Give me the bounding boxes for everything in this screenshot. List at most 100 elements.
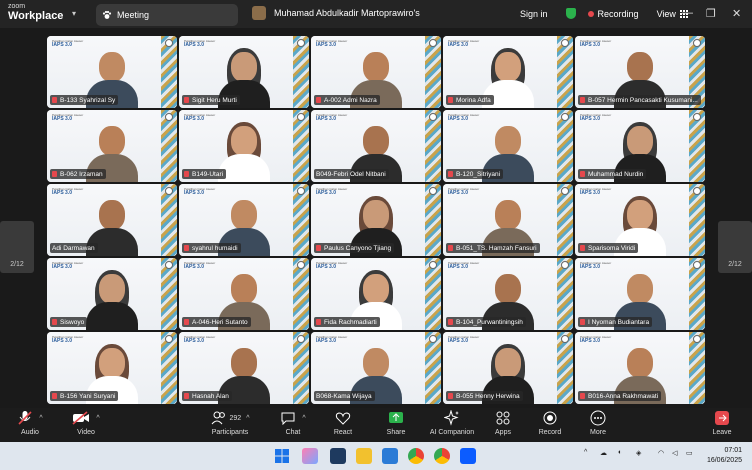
pin-icon[interactable] — [693, 335, 701, 343]
pin-icon[interactable] — [429, 187, 437, 195]
participant-tile[interactable]: Pelatihan Calon Asesor IAPS 3.0 Hasnah Ala… — [179, 332, 309, 404]
more-button[interactable]: More — [568, 410, 628, 436]
chrome-icon[interactable] — [408, 448, 424, 464]
participant-name-label: B068-Kama Wijaya — [314, 391, 375, 401]
pin-icon[interactable] — [429, 335, 437, 343]
pin-icon[interactable] — [297, 261, 305, 269]
participant-tile[interactable]: Pelatihan Calon Asesor IAPS 3.0 A-002 Admi… — [311, 36, 441, 108]
shield-icon[interactable] — [565, 8, 576, 19]
pin-icon[interactable] — [561, 113, 569, 121]
participant-tile[interactable]: Pelatihan Calon Asesor IAPS 3.0 B068-Kama … — [311, 332, 441, 404]
participant-tile[interactable]: Pelatihan Calon Asesor IAPS 3.0 B-055 Henn… — [443, 332, 573, 404]
chevron-up-icon[interactable]: ^ — [39, 415, 42, 422]
copilot-icon[interactable] — [302, 448, 318, 464]
video-button[interactable]: ^ Video — [56, 410, 116, 436]
event-logo-line2: IAPS 3.0 — [316, 116, 337, 122]
participant-tile[interactable]: Pelatihan Calon Asesor IAPS 3.0 B049-Febri… — [311, 110, 441, 182]
participant-tile[interactable]: Pelatihan Calon Asesor IAPS 3.0 Sparisoma … — [575, 184, 705, 256]
minimize-icon[interactable]: — — [682, 7, 693, 19]
participant-name: Sigit Heru Murti — [192, 96, 237, 104]
react-button[interactable]: React — [313, 410, 373, 436]
view-button[interactable]: View — [657, 9, 676, 19]
pin-icon[interactable] — [165, 39, 173, 47]
pin-icon[interactable] — [165, 187, 173, 195]
participant-tile[interactable]: Pelatihan Calon Asesor IAPS 3.0 B-057 Herm… — [575, 36, 705, 108]
pin-icon[interactable] — [297, 39, 305, 47]
leave-button[interactable]: Leave — [692, 410, 752, 436]
share-button[interactable]: Share — [366, 410, 426, 436]
participant-tile[interactable]: Pelatihan Calon Asesor IAPS 3.0 B149-Utari — [179, 110, 309, 182]
pin-icon[interactable] — [297, 335, 305, 343]
participant-tile[interactable]: Pelatihan Calon Asesor IAPS 3.0 Paulus Can… — [311, 184, 441, 256]
pin-icon[interactable] — [693, 187, 701, 195]
file-explorer-icon[interactable] — [356, 448, 372, 464]
recording-status[interactable]: Recording — [598, 9, 639, 19]
participant-name-label: B016-Anna Rakhmawati — [578, 391, 662, 401]
chevron-up-icon[interactable]: ^ — [96, 415, 99, 422]
participant-tile[interactable]: Pelatihan Calon Asesor IAPS 3.0 Adi Darmaw… — [47, 184, 177, 256]
pin-icon[interactable] — [693, 113, 701, 121]
audio-button[interactable]: ^ Audio — [0, 410, 60, 436]
chevron-up-icon[interactable]: ^ — [246, 415, 249, 422]
pin-icon[interactable] — [561, 335, 569, 343]
participant-tile[interactable]: Pelatihan Calon Asesor IAPS 3.0 I Nyoman B… — [575, 258, 705, 330]
pin-icon[interactable] — [429, 39, 437, 47]
system-clock[interactable]: 07:01 16/06/2025 — [707, 446, 742, 466]
battery-icon[interactable]: ▭ — [686, 449, 693, 457]
participant-name: B-062 Irzaman — [60, 170, 103, 178]
participant-tile[interactable]: Pelatihan Calon Asesor IAPS 3.0 B-156 Yani… — [47, 332, 177, 404]
pin-icon[interactable] — [165, 261, 173, 269]
apps-tray-icon[interactable]: ◈ — [636, 449, 641, 457]
tab-meeting[interactable]: Meeting — [96, 4, 238, 26]
participant-tile[interactable]: Pelatihan Calon Asesor IAPS 3.0 Muhammad N… — [575, 110, 705, 182]
pin-icon[interactable] — [561, 39, 569, 47]
chevron-up-icon[interactable]: ^ — [584, 449, 587, 456]
pin-icon[interactable] — [693, 39, 701, 47]
pin-icon[interactable] — [165, 113, 173, 121]
mic-muted-icon — [316, 319, 321, 325]
participant-tile[interactable]: Pelatihan Calon Asesor IAPS 3.0 B016-Anna … — [575, 332, 705, 404]
participant-tile[interactable]: Pelatihan Calon Asesor IAPS 3.0 B-120_Sitr… — [443, 110, 573, 182]
close-icon[interactable]: ✕ — [732, 7, 741, 20]
participant-tile[interactable]: Pelatihan Calon Asesor IAPS 3.0 Fida Rachm… — [311, 258, 441, 330]
pin-icon[interactable] — [297, 187, 305, 195]
previous-page-button[interactable]: 2/12 — [0, 221, 34, 273]
participant-tile[interactable]: Pelatihan Calon Asesor IAPS 3.0 Siswoyo — [47, 258, 177, 330]
chevron-up-icon[interactable]: ^ — [302, 415, 305, 422]
pin-icon[interactable] — [561, 187, 569, 195]
video-gallery: 2/12 2/12 Pelatihan Calon Asesor IAPS 3.0… — [0, 28, 752, 408]
wifi-icon[interactable]: ◠ — [658, 449, 664, 457]
zoom-taskbar-icon[interactable] — [460, 448, 476, 464]
page-indicator-right: 2/12 — [728, 261, 742, 268]
pin-icon[interactable] — [561, 261, 569, 269]
chrome-profile-icon[interactable] — [434, 448, 450, 464]
windows-start-icon[interactable] — [274, 448, 290, 464]
onedrive-icon[interactable]: ◐ — [618, 449, 622, 456]
host-info[interactable]: Muhamad Abdulkadir Martoprawiro's — [252, 6, 420, 20]
maximize-icon[interactable]: ❐ — [706, 7, 716, 20]
sign-in-button[interactable]: Sign in — [520, 9, 548, 19]
pin-icon[interactable] — [297, 113, 305, 121]
chevron-down-icon[interactable]: ▾ — [72, 9, 76, 18]
edge-icon[interactable] — [382, 448, 398, 464]
participant-tile[interactable]: Pelatihan Calon Asesor IAPS 3.0 B-104_Purw… — [443, 258, 573, 330]
participant-name-label: B-133 Syahrizal Sy — [50, 95, 119, 105]
participants-button[interactable]: 292 ^ Participants — [200, 410, 260, 436]
face-shape — [363, 200, 389, 230]
pin-icon[interactable] — [429, 261, 437, 269]
participant-tile[interactable]: Pelatihan Calon Asesor IAPS 3.0 syahrul hu… — [179, 184, 309, 256]
store-icon[interactable] — [330, 448, 346, 464]
pin-icon[interactable] — [693, 261, 701, 269]
volume-icon[interactable]: ◁ — [672, 449, 677, 457]
participant-tile[interactable]: Pelatihan Calon Asesor IAPS 3.0 B-051_TS. … — [443, 184, 573, 256]
participant-tile[interactable]: Pelatihan Calon Asesor IAPS 3.0 Morina Adf… — [443, 36, 573, 108]
event-logo-line2: IAPS 3.0 — [580, 42, 601, 48]
pin-icon[interactable] — [165, 335, 173, 343]
participant-tile[interactable]: Pelatihan Calon Asesor IAPS 3.0 B-062 Irza… — [47, 110, 177, 182]
participant-tile[interactable]: Pelatihan Calon Asesor IAPS 3.0 A-046-Heri… — [179, 258, 309, 330]
pin-icon[interactable] — [429, 113, 437, 121]
cloud-icon[interactable]: ☁ — [600, 449, 607, 457]
next-page-button[interactable]: 2/12 — [718, 221, 752, 273]
participant-tile[interactable]: Pelatihan Calon Asesor IAPS 3.0 B-133 Syah… — [47, 36, 177, 108]
participant-tile[interactable]: Pelatihan Calon Asesor IAPS 3.0 Sigit Heru… — [179, 36, 309, 108]
